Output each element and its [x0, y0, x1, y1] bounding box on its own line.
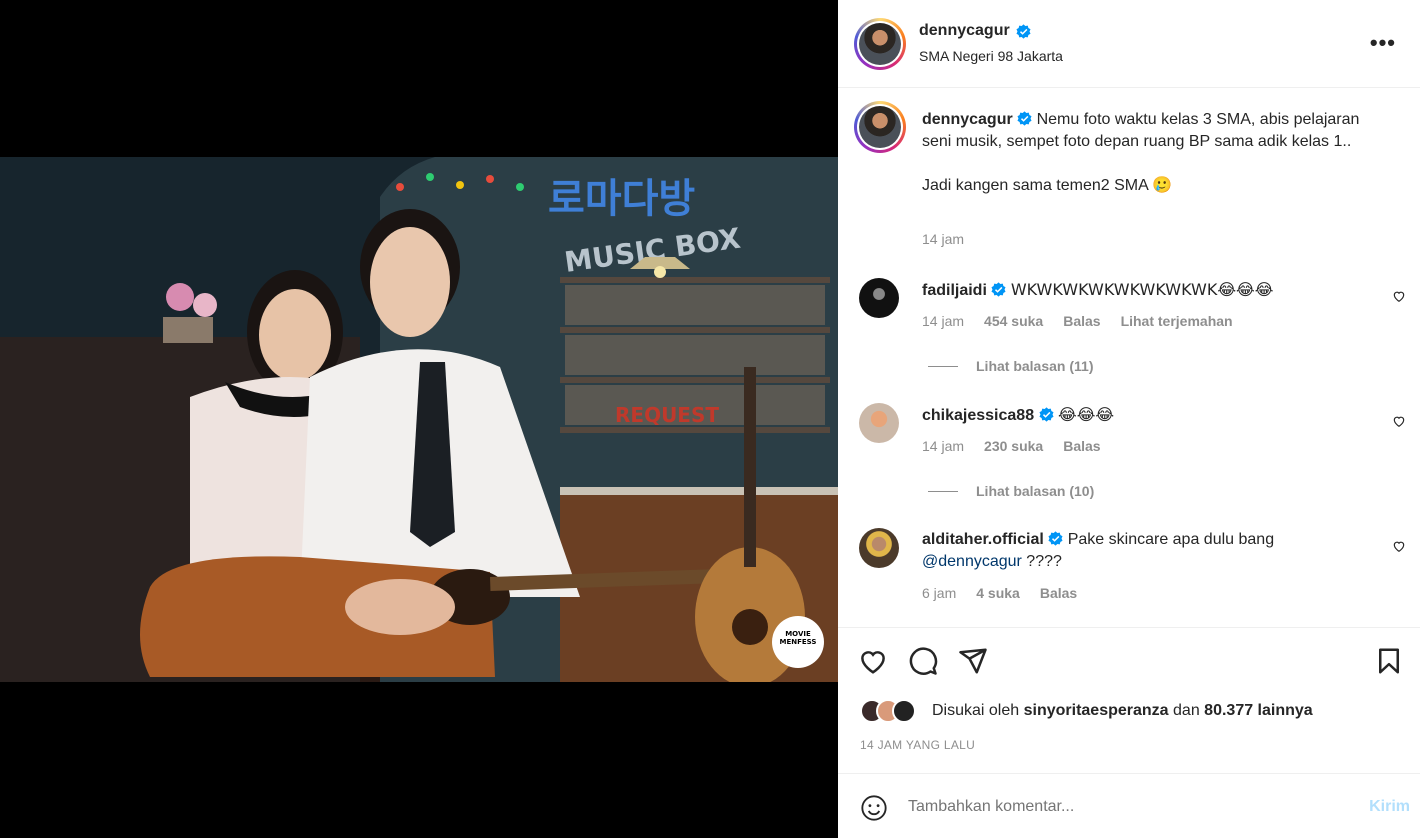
- comment-text-tail: ????: [1021, 553, 1062, 570]
- comment-likes[interactable]: 230 suka: [984, 438, 1043, 454]
- view-replies-label[interactable]: Lihat balasan (10): [976, 483, 1094, 499]
- verified-badge-icon: [1039, 407, 1054, 422]
- caption-text-2: Jadi kangen sama temen2 SMA 🥲: [922, 177, 1173, 194]
- comment-time[interactable]: 14 jam: [922, 438, 964, 454]
- post-photo[interactable]: 로마다방 MUSIC BOX REQUEST MOVIE MENFESS: [0, 157, 838, 682]
- comment-username[interactable]: alditaher.official: [922, 531, 1044, 548]
- replies-line: [928, 490, 958, 492]
- caption-timestamp[interactable]: 14 jam: [922, 231, 964, 247]
- comment-meta: 6 jam 4 suka Balas: [922, 585, 1077, 601]
- likes-summary[interactable]: Disukai oleh sinyoritaesperanza dan 80.3…: [932, 702, 1313, 720]
- commenter-avatar[interactable]: [859, 278, 899, 318]
- like-heart-icon[interactable]: [858, 646, 888, 676]
- post-caption: dennycagur Nemu foto waktu kelas 3 SMA, …: [922, 109, 1392, 197]
- comment-bubble-icon[interactable]: [908, 646, 938, 676]
- comment-username[interactable]: chikajessica88: [922, 407, 1034, 424]
- verified-badge-icon: [991, 282, 1006, 297]
- verified-badge-icon: [1016, 23, 1031, 39]
- comments-list[interactable]: dennycagur Nemu foto waktu kelas 3 SMA, …: [838, 88, 1420, 628]
- comment-like-icon[interactable]: [1392, 414, 1406, 428]
- more-options-icon[interactable]: •••: [1370, 30, 1396, 56]
- comment-time[interactable]: 14 jam: [922, 313, 964, 329]
- comment-body: chikajessica88 😂😂😂: [922, 404, 1362, 427]
- send-comment-button[interactable]: Kirim: [1369, 798, 1410, 816]
- comment-meta: 14 jam 454 suka Balas Lihat terjemahan: [922, 313, 1233, 329]
- likes-count[interactable]: 80.377 lainnya: [1204, 702, 1313, 719]
- commenter-avatar[interactable]: [859, 528, 899, 568]
- post-location[interactable]: SMA Negeri 98 Jakarta: [919, 48, 1063, 64]
- comment-like-icon[interactable]: [1392, 539, 1406, 553]
- caption-avatar[interactable]: [854, 101, 906, 153]
- comment-username[interactable]: fadiljaidi: [922, 282, 987, 299]
- replies-line: [928, 365, 958, 367]
- comment-likes[interactable]: 454 suka: [984, 313, 1043, 329]
- comment-meta: 14 jam 230 suka Balas: [922, 438, 1101, 454]
- comment-body: alditaher.official Pake skincare apa dul…: [922, 529, 1362, 573]
- view-replies-button[interactable]: Lihat balasan (11): [928, 358, 1093, 374]
- post-media-pane: 로마다방 MUSIC BOX REQUEST MOVIE MENFESS: [0, 0, 838, 838]
- comment-like-icon[interactable]: [1392, 289, 1406, 303]
- post-sidebar: dennycagur SMA Negeri 98 Jakarta ••• den…: [838, 0, 1420, 838]
- comment-text: Pake skincare apa dulu bang: [1067, 531, 1275, 548]
- comment-likes[interactable]: 4 suka: [976, 585, 1020, 601]
- post-timestamp[interactable]: 14 JAM YANG LALU: [860, 738, 975, 752]
- verified-badge-icon: [1017, 111, 1032, 126]
- comment-text: WKWKWKWKWKWKWKWK😂😂😂: [1010, 280, 1274, 299]
- comment-body: fadiljaidi WKWKWKWKWKWKWKWK😂😂😂: [922, 279, 1362, 302]
- watermark-logo: MOVIE MENFESS: [772, 616, 824, 668]
- likes-prefix: Disukai oleh: [932, 702, 1020, 719]
- author-username[interactable]: dennycagur: [919, 22, 1010, 40]
- reply-button[interactable]: Balas: [1063, 438, 1100, 454]
- translate-button[interactable]: Lihat terjemahan: [1121, 313, 1233, 329]
- emoji-icon[interactable]: [860, 794, 888, 822]
- photo-illustration: 로마다방 MUSIC BOX REQUEST: [0, 157, 838, 682]
- request-text: REQUEST: [615, 403, 719, 427]
- comment-text: 😂😂😂: [1058, 405, 1115, 424]
- view-replies-button[interactable]: Lihat balasan (10): [928, 483, 1094, 499]
- post-header: dennycagur SMA Negeri 98 Jakarta •••: [838, 0, 1420, 88]
- view-replies-label[interactable]: Lihat balasan (11): [976, 358, 1093, 374]
- commenter-avatar[interactable]: [859, 403, 899, 443]
- post-actions: Disukai oleh sinyoritaesperanza dan 80.3…: [838, 627, 1420, 773]
- comment-input[interactable]: [908, 798, 1328, 816]
- reply-button[interactable]: Balas: [1040, 585, 1077, 601]
- comment-mention[interactable]: @dennycagur: [922, 553, 1022, 570]
- save-bookmark-icon[interactable]: [1374, 646, 1404, 676]
- liker-avatars[interactable]: [860, 699, 926, 723]
- author-username-row[interactable]: dennycagur: [919, 22, 1031, 40]
- verified-badge-icon: [1048, 531, 1063, 546]
- caption-username[interactable]: dennycagur: [922, 111, 1013, 128]
- reply-button[interactable]: Balas: [1063, 313, 1100, 329]
- share-send-icon[interactable]: [958, 646, 988, 676]
- likes-middle: dan: [1173, 702, 1200, 719]
- comment-time[interactable]: 6 jam: [922, 585, 956, 601]
- liker-username[interactable]: sinyoritaesperanza: [1024, 702, 1169, 719]
- author-avatar[interactable]: [854, 18, 906, 70]
- add-comment-bar: Kirim: [838, 773, 1420, 838]
- neon-sign-text: 로마다방: [548, 176, 695, 222]
